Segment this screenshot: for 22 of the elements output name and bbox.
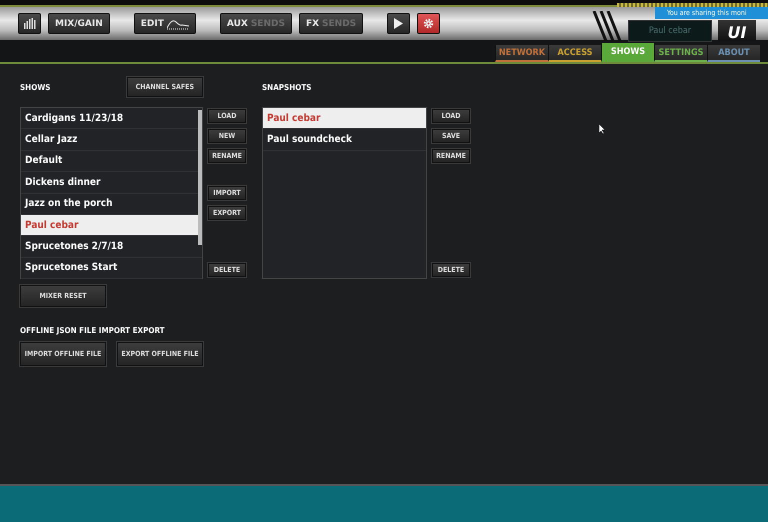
settings-button[interactable]: [417, 13, 440, 34]
section-title: SNAPSHOTS: [262, 82, 312, 92]
list-item[interactable]: Paul soundcheck: [263, 129, 426, 151]
edit-button[interactable]: EDIT: [134, 13, 196, 34]
settings-icon: [423, 18, 434, 29]
mix-gain-button[interactable]: MIX/GAIN: [48, 13, 110, 34]
section-title: OFFLINE JSON FILE IMPORT EXPORT: [20, 326, 166, 335]
tab[interactable]: SETTINGS: [654, 45, 707, 62]
eq-curve-icon: [166, 18, 189, 30]
play-icon: [394, 18, 404, 29]
scene-display: Paul cebar: [628, 20, 712, 42]
tab[interactable]: ACCESS: [548, 45, 601, 62]
level-meter-icon: [24, 18, 36, 29]
meters-button[interactable]: [18, 13, 41, 34]
mouse-pointer-icon: [599, 124, 606, 134]
logo: UI: [718, 20, 756, 41]
section-title: SHOWS: [20, 82, 50, 92]
play-button[interactable]: [387, 13, 410, 34]
scrollbar[interactable]: [198, 110, 202, 245]
list-item[interactable]: Paul cebar: [263, 108, 426, 130]
list-item[interactable]: Sprucetones Start: [21, 258, 202, 280]
tab[interactable]: ABOUT: [707, 45, 760, 62]
